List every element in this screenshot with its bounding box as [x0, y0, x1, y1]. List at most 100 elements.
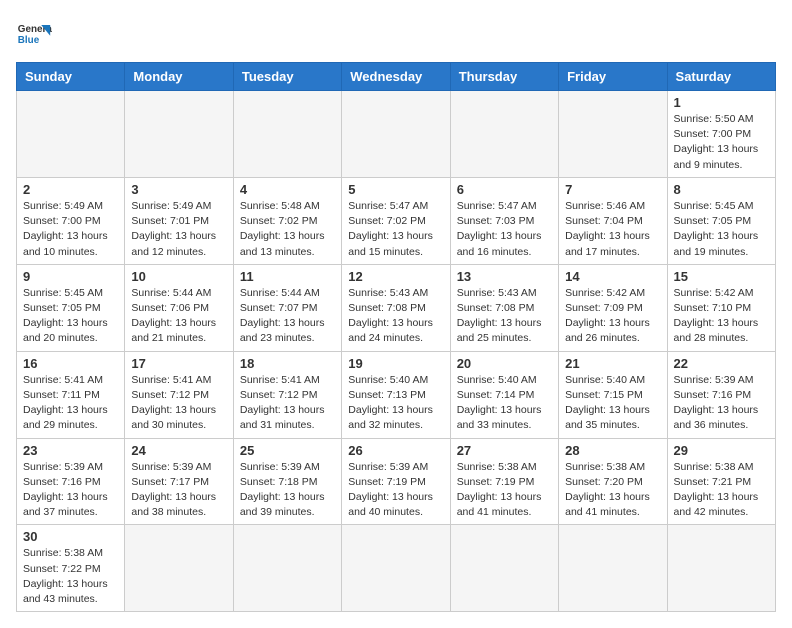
- day-number: 26: [348, 443, 443, 458]
- day-info: Sunrise: 5:39 AMSunset: 7:18 PMDaylight:…: [240, 460, 335, 521]
- calendar-cell: [559, 525, 667, 612]
- calendar-cell: 19 Sunrise: 5:40 AMSunset: 7:13 PMDayligh…: [342, 351, 450, 438]
- day-info: Sunrise: 5:38 AMSunset: 7:20 PMDaylight:…: [565, 460, 660, 521]
- day-number: 16: [23, 356, 118, 371]
- day-info: Sunrise: 5:45 AMSunset: 7:05 PMDaylight:…: [674, 199, 769, 260]
- calendar-cell: 24Sunrise: 5:39 AMSunset: 7:17 PMDayligh…: [125, 438, 233, 525]
- day-info: Sunrise: 5:41 AMSunset: 7:11 PMDaylight:…: [23, 373, 118, 434]
- weekday-header-thursday: Thursday: [450, 63, 558, 91]
- weekday-header-wednesday: Wednesday: [342, 63, 450, 91]
- day-info: Sunrise: 5:47 AMSunset: 7:03 PMDaylight:…: [457, 199, 552, 260]
- day-number: 14: [565, 269, 660, 284]
- calendar-cell: 10 Sunrise: 5:44 AMSunset: 7:06 PMDayligh…: [125, 264, 233, 351]
- day-number: 27: [457, 443, 552, 458]
- day-info: Sunrise: 5:39 AMSunset: 7:16 PMDaylight:…: [674, 373, 769, 434]
- day-number: 12: [348, 269, 443, 284]
- day-number: 13: [457, 269, 552, 284]
- calendar-cell: [233, 91, 341, 178]
- day-info: Sunrise: 5:40 AMSunset: 7:15 PMDaylight:…: [565, 373, 660, 434]
- calendar-cell: 28Sunrise: 5:38 AMSunset: 7:20 PMDayligh…: [559, 438, 667, 525]
- day-info: Sunrise: 5:44 AMSunset: 7:06 PMDaylight:…: [131, 286, 226, 347]
- day-number: 22: [674, 356, 769, 371]
- day-number: 20: [457, 356, 552, 371]
- day-info: Sunrise: 5:46 AMSunset: 7:04 PMDaylight:…: [565, 199, 660, 260]
- logo: General Blue: [16, 16, 52, 52]
- day-number: 11: [240, 269, 335, 284]
- calendar-cell: 8 Sunrise: 5:45 AMSunset: 7:05 PMDaylight…: [667, 177, 775, 264]
- calendar-cell: [125, 91, 233, 178]
- day-info: Sunrise: 5:41 AMSunset: 7:12 PMDaylight:…: [131, 373, 226, 434]
- calendar-week-6: 30 Sunrise: 5:38 AMSunset: 7:22 PMDayligh…: [17, 525, 776, 612]
- day-info: Sunrise: 5:42 AMSunset: 7:10 PMDaylight:…: [674, 286, 769, 347]
- calendar-cell: [667, 525, 775, 612]
- calendar-cell: 12 Sunrise: 5:43 AMSunset: 7:08 PMDayligh…: [342, 264, 450, 351]
- calendar-week-1: 1 Sunrise: 5:50 AMSunset: 7:00 PMDaylight…: [17, 91, 776, 178]
- weekday-header-friday: Friday: [559, 63, 667, 91]
- calendar-cell: 15 Sunrise: 5:42 AMSunset: 7:10 PMDayligh…: [667, 264, 775, 351]
- day-number: 2: [23, 182, 118, 197]
- calendar-cell: [342, 91, 450, 178]
- day-info: Sunrise: 5:40 AMSunset: 7:13 PMDaylight:…: [348, 373, 443, 434]
- day-info: Sunrise: 5:45 AMSunset: 7:05 PMDaylight:…: [23, 286, 118, 347]
- calendar-cell: 6 Sunrise: 5:47 AMSunset: 7:03 PMDaylight…: [450, 177, 558, 264]
- day-info: Sunrise: 5:48 AMSunset: 7:02 PMDaylight:…: [240, 199, 335, 260]
- calendar-cell: 5 Sunrise: 5:47 AMSunset: 7:02 PMDaylight…: [342, 177, 450, 264]
- day-number: 3: [131, 182, 226, 197]
- day-info: Sunrise: 5:50 AMSunset: 7:00 PMDaylight:…: [674, 112, 769, 173]
- weekday-header-tuesday: Tuesday: [233, 63, 341, 91]
- calendar-week-3: 9 Sunrise: 5:45 AMSunset: 7:05 PMDaylight…: [17, 264, 776, 351]
- day-number: 5: [348, 182, 443, 197]
- day-number: 1: [674, 95, 769, 110]
- calendar-cell: 17Sunrise: 5:41 AMSunset: 7:12 PMDayligh…: [125, 351, 233, 438]
- calendar-cell: 7 Sunrise: 5:46 AMSunset: 7:04 PMDaylight…: [559, 177, 667, 264]
- day-info: Sunrise: 5:40 AMSunset: 7:14 PMDaylight:…: [457, 373, 552, 434]
- calendar-week-5: 23 Sunrise: 5:39 AMSunset: 7:16 PMDayligh…: [17, 438, 776, 525]
- day-number: 30: [23, 529, 118, 544]
- day-info: Sunrise: 5:39 AMSunset: 7:19 PMDaylight:…: [348, 460, 443, 521]
- calendar-cell: 27Sunrise: 5:38 AMSunset: 7:19 PMDayligh…: [450, 438, 558, 525]
- weekday-header-saturday: Saturday: [667, 63, 775, 91]
- day-number: 18: [240, 356, 335, 371]
- day-info: Sunrise: 5:39 AMSunset: 7:16 PMDaylight:…: [23, 460, 118, 521]
- weekday-header-row: SundayMondayTuesdayWednesdayThursdayFrid…: [17, 63, 776, 91]
- day-number: 19: [348, 356, 443, 371]
- calendar-cell: 26 Sunrise: 5:39 AMSunset: 7:19 PMDayligh…: [342, 438, 450, 525]
- calendar-cell: [450, 91, 558, 178]
- day-number: 6: [457, 182, 552, 197]
- day-info: Sunrise: 5:43 AMSunset: 7:08 PMDaylight:…: [457, 286, 552, 347]
- calendar-cell: [125, 525, 233, 612]
- day-number: 9: [23, 269, 118, 284]
- page-header: General Blue: [16, 16, 776, 52]
- calendar-cell: [559, 91, 667, 178]
- day-info: Sunrise: 5:39 AMSunset: 7:17 PMDaylight:…: [131, 460, 226, 521]
- day-number: 21: [565, 356, 660, 371]
- calendar-cell: [450, 525, 558, 612]
- calendar-cell: 13 Sunrise: 5:43 AMSunset: 7:08 PMDayligh…: [450, 264, 558, 351]
- calendar-week-2: 2 Sunrise: 5:49 AMSunset: 7:00 PMDaylight…: [17, 177, 776, 264]
- day-info: Sunrise: 5:47 AMSunset: 7:02 PMDaylight:…: [348, 199, 443, 260]
- day-info: Sunrise: 5:38 AMSunset: 7:22 PMDaylight:…: [23, 546, 118, 607]
- calendar-cell: [233, 525, 341, 612]
- calendar-week-4: 16 Sunrise: 5:41 AMSunset: 7:11 PMDayligh…: [17, 351, 776, 438]
- calendar-cell: 30 Sunrise: 5:38 AMSunset: 7:22 PMDayligh…: [17, 525, 125, 612]
- calendar-cell: 3 Sunrise: 5:49 AMSunset: 7:01 PMDaylight…: [125, 177, 233, 264]
- day-info: Sunrise: 5:41 AMSunset: 7:12 PMDaylight:…: [240, 373, 335, 434]
- calendar-cell: 22 Sunrise: 5:39 AMSunset: 7:16 PMDayligh…: [667, 351, 775, 438]
- day-info: Sunrise: 5:49 AMSunset: 7:01 PMDaylight:…: [131, 199, 226, 260]
- day-number: 10: [131, 269, 226, 284]
- day-number: 15: [674, 269, 769, 284]
- calendar-cell: 25 Sunrise: 5:39 AMSunset: 7:18 PMDayligh…: [233, 438, 341, 525]
- calendar-cell: 18 Sunrise: 5:41 AMSunset: 7:12 PMDayligh…: [233, 351, 341, 438]
- day-number: 8: [674, 182, 769, 197]
- day-number: 7: [565, 182, 660, 197]
- calendar-cell: 29Sunrise: 5:38 AMSunset: 7:21 PMDayligh…: [667, 438, 775, 525]
- day-number: 23: [23, 443, 118, 458]
- calendar-table: SundayMondayTuesdayWednesdayThursdayFrid…: [16, 62, 776, 612]
- day-number: 25: [240, 443, 335, 458]
- day-info: Sunrise: 5:38 AMSunset: 7:21 PMDaylight:…: [674, 460, 769, 521]
- weekday-header-sunday: Sunday: [17, 63, 125, 91]
- calendar-cell: 23 Sunrise: 5:39 AMSunset: 7:16 PMDayligh…: [17, 438, 125, 525]
- day-info: Sunrise: 5:49 AMSunset: 7:00 PMDaylight:…: [23, 199, 118, 260]
- calendar-cell: 21 Sunrise: 5:40 AMSunset: 7:15 PMDayligh…: [559, 351, 667, 438]
- day-info: Sunrise: 5:43 AMSunset: 7:08 PMDaylight:…: [348, 286, 443, 347]
